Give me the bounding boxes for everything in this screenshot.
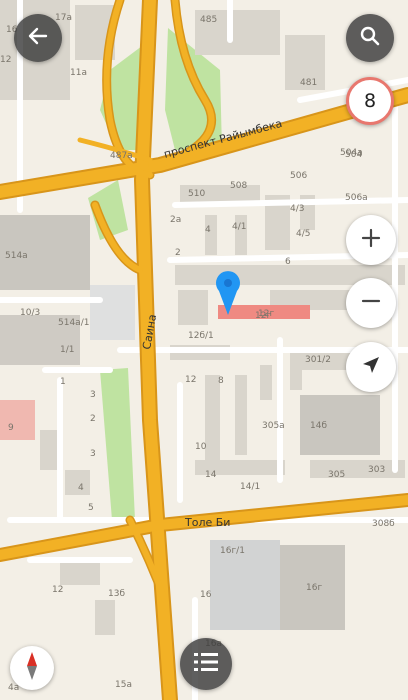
building-number-label: 305а	[262, 421, 285, 431]
building-number-label: 301/2	[305, 355, 331, 365]
building-number-label: 2а	[170, 215, 181, 225]
building-number-label: 4/1	[232, 222, 246, 232]
building-number-label: 506а	[345, 193, 368, 203]
building-number-label: 10	[195, 442, 207, 452]
building-number-label: 16г	[306, 583, 322, 593]
building-number-label: 514а	[5, 251, 28, 261]
building-number-label: 508	[230, 181, 247, 191]
building-number-label: 487а	[110, 151, 133, 161]
building-number-label: 15а	[115, 680, 132, 690]
street-label-tole-bi: Толе Би	[184, 516, 230, 529]
building-number-label: 9	[8, 423, 14, 433]
building-number-label: 12	[0, 55, 11, 65]
building-number-label: 14/1	[240, 482, 260, 492]
building-number-label: 4	[205, 225, 211, 235]
back-button[interactable]	[14, 14, 62, 62]
building-number-label: 1/1	[60, 345, 74, 355]
building-number-label: 510	[188, 189, 205, 199]
building-number-label: 1	[60, 377, 66, 387]
zoom-level-badge[interactable]: 8	[346, 77, 394, 125]
magnifier-icon	[359, 25, 381, 51]
building-number-label: 12	[52, 585, 63, 595]
building-number-label: 12	[185, 375, 196, 385]
building-number-label: 4/5	[296, 229, 310, 239]
search-button[interactable]	[346, 14, 394, 62]
building-number-label: 13б	[108, 589, 125, 599]
building-number-label: 308б	[372, 519, 395, 529]
building-number-label: 14б	[310, 421, 327, 431]
building-number-label: 5	[88, 503, 94, 513]
my-location-button[interactable]	[346, 342, 396, 392]
compass-button[interactable]	[10, 646, 54, 690]
building-number-label: 16	[200, 590, 212, 600]
building-number-label: 481	[300, 78, 317, 88]
building-number-label: 14	[205, 470, 217, 480]
compass-icon	[20, 651, 44, 685]
building-number-label: 514а/1	[58, 318, 89, 328]
building-number-label: 17а	[55, 13, 72, 23]
building-number-label: 303	[368, 465, 385, 475]
building-number-label: 16г/1	[220, 546, 245, 556]
zoom-in-button[interactable]	[346, 215, 396, 265]
building-number-label: 8	[218, 376, 224, 386]
zoom-out-button[interactable]	[346, 278, 396, 328]
building-number-label: 506	[290, 171, 307, 181]
menu-button[interactable]	[180, 638, 232, 690]
plus-icon	[360, 227, 382, 253]
building-number-label: 11а	[70, 68, 87, 78]
building-number-label: 305	[328, 470, 345, 480]
zoom-level-text: 8	[363, 90, 377, 112]
building-number-label: 3	[90, 449, 96, 459]
arrow-left-icon	[27, 25, 49, 51]
building-number-label: 504а	[340, 148, 363, 158]
selected-building-label: 12г	[258, 309, 274, 319]
list-menu-icon	[194, 652, 218, 676]
building-number-label: 4	[78, 483, 84, 493]
building-number-label: 3	[90, 390, 96, 400]
building-number-label: 12б/1	[188, 331, 214, 341]
building-number-label: 2	[90, 414, 96, 424]
building-number-label: 4/3	[290, 204, 304, 214]
building-number-label: 10/3	[20, 308, 40, 318]
navigation-arrow-icon	[360, 354, 382, 380]
building-number-label: 6	[285, 257, 291, 267]
building-number-label: 2	[175, 248, 181, 258]
minus-icon	[360, 290, 382, 316]
building-number-label: 485	[200, 15, 217, 25]
